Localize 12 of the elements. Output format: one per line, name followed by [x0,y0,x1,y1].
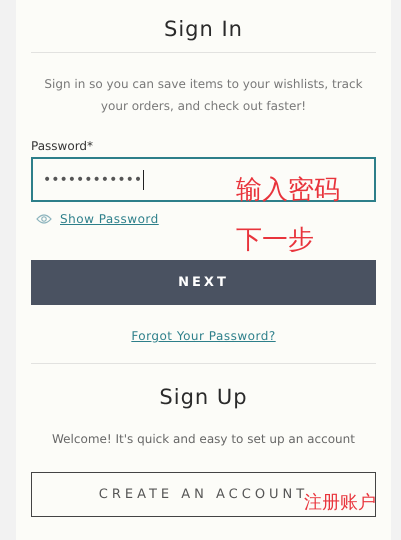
forgot-password-link[interactable]: Forgot Your Password? [131,329,276,343]
annotation-text: 注册账户 [304,493,376,513]
intro-text: Sign in so you can save items to your wishlists, track your orders, and check out faster! [43,76,364,115]
welcome-text: Welcome! It's quick and easy to set up an account [51,431,356,448]
annotation-text: 下一步 [236,225,314,255]
annotation-text: 输入密码 [236,175,340,205]
show-password-link[interactable]: Show Password [60,212,159,226]
sign-in-title: Sign In [163,16,244,43]
password-label: Password* [31,139,94,155]
eye-icon[interactable] [36,214,52,224]
sign-up-title: Sign Up [158,384,249,411]
next-button[interactable]: NEXT [31,260,376,305]
